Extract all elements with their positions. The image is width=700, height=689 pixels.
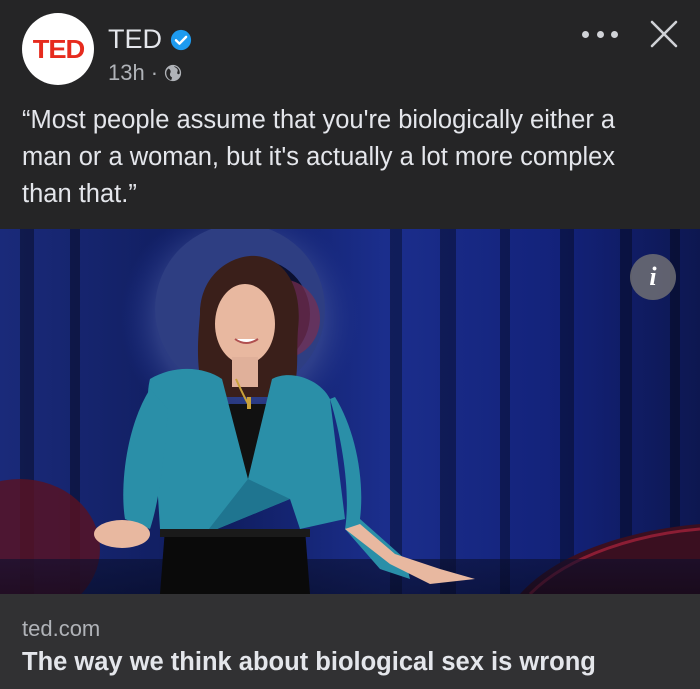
post-header: TED TED 13h · [0,0,700,95]
post-timestamp[interactable]: 13h [108,60,145,86]
ellipsis-icon-dot [611,30,618,38]
speaker-photo [0,229,700,594]
more-options-button[interactable] [582,24,618,44]
facebook-post: TED TED 13h · “Most people assume that y… [0,0,700,689]
close-icon[interactable] [648,18,680,50]
verified-badge-icon [170,29,192,50]
caption-line: man or a woman, but it's actually a lot … [22,143,616,171]
post-image[interactable]: i [0,229,700,594]
caption-line: than that.” [22,180,137,208]
link-domain: ted.com [22,616,101,641]
link-title[interactable]: The way we think about biological sex is… [22,648,596,677]
info-icon: i [649,262,657,291]
post-meta: 13h · [108,60,182,86]
globe-icon [164,64,182,82]
page-name[interactable]: TED [108,24,162,55]
meta-separator: · [150,60,159,85]
link-preview[interactable]: ted.com The way we think about biologica… [0,594,700,689]
ellipsis-icon-dot [582,30,589,38]
post-caption: “Most people assume that you're biologic… [22,102,682,213]
page-name-row: TED [108,24,192,55]
ellipsis-icon-dot [596,30,604,38]
info-button[interactable]: i [630,254,676,300]
ted-logo: TED [32,33,84,64]
caption-line: “Most people assume that you're biologic… [22,106,616,134]
page-avatar[interactable]: TED [22,13,94,85]
